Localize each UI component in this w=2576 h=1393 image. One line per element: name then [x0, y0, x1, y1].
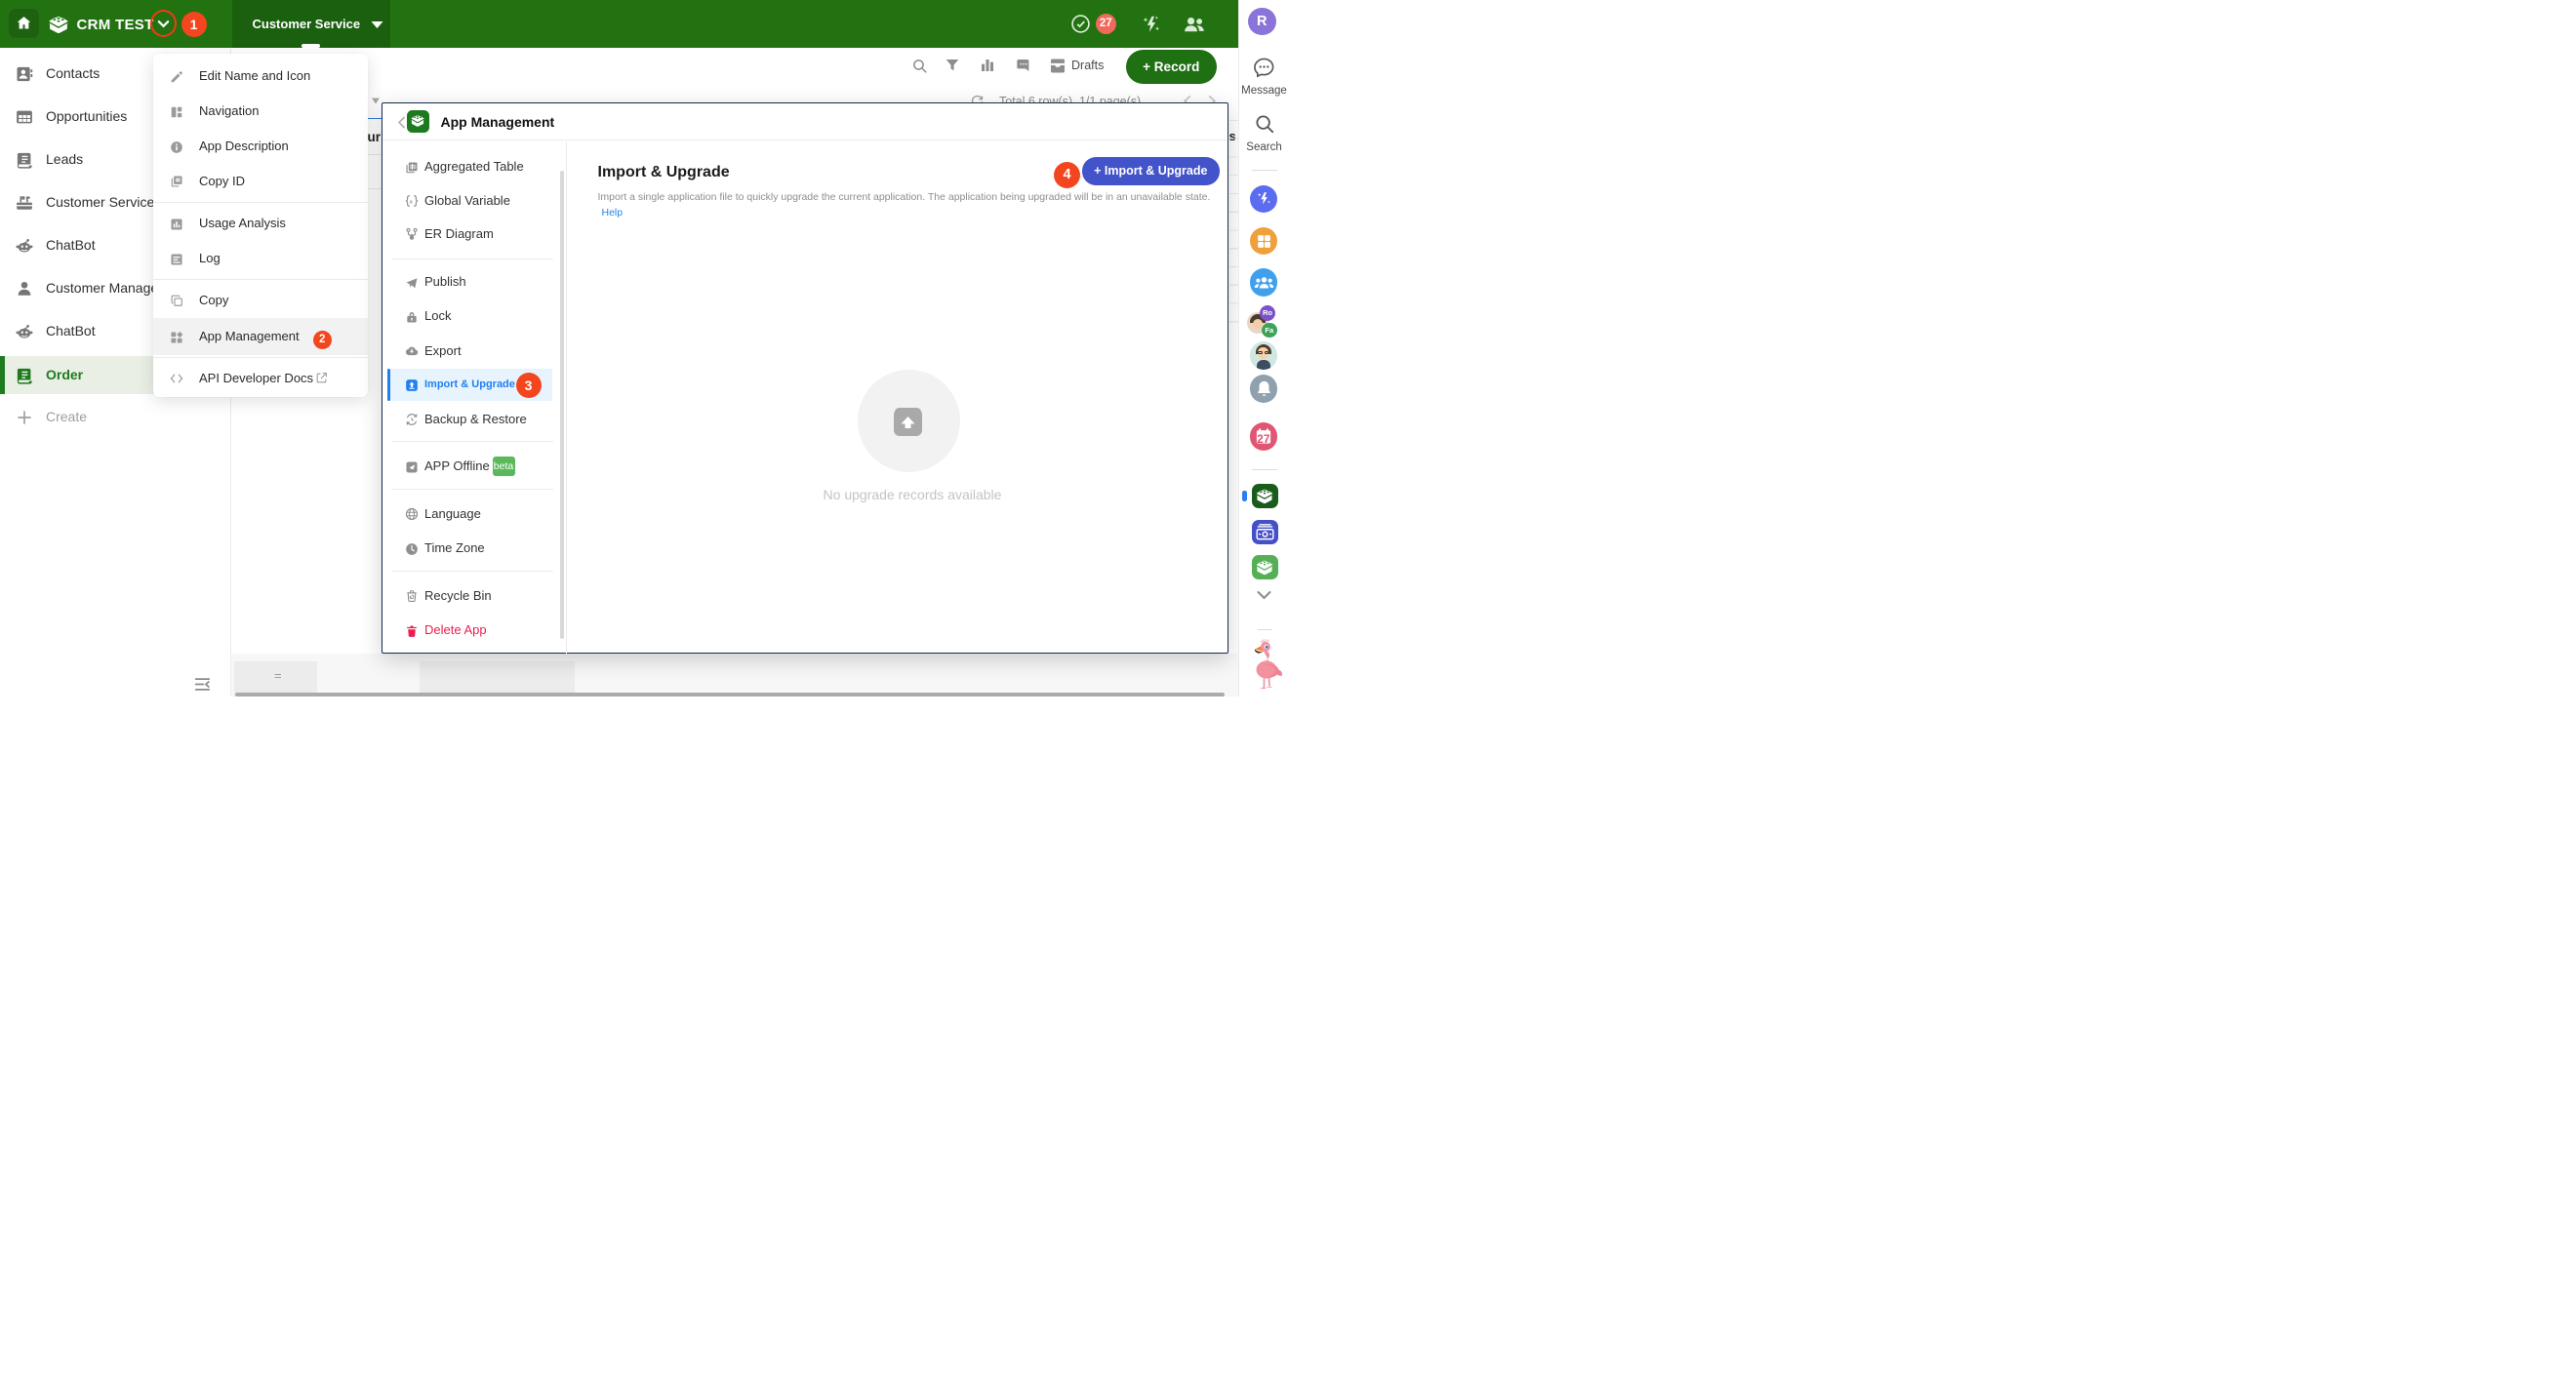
- svg-text:x: x: [409, 199, 413, 205]
